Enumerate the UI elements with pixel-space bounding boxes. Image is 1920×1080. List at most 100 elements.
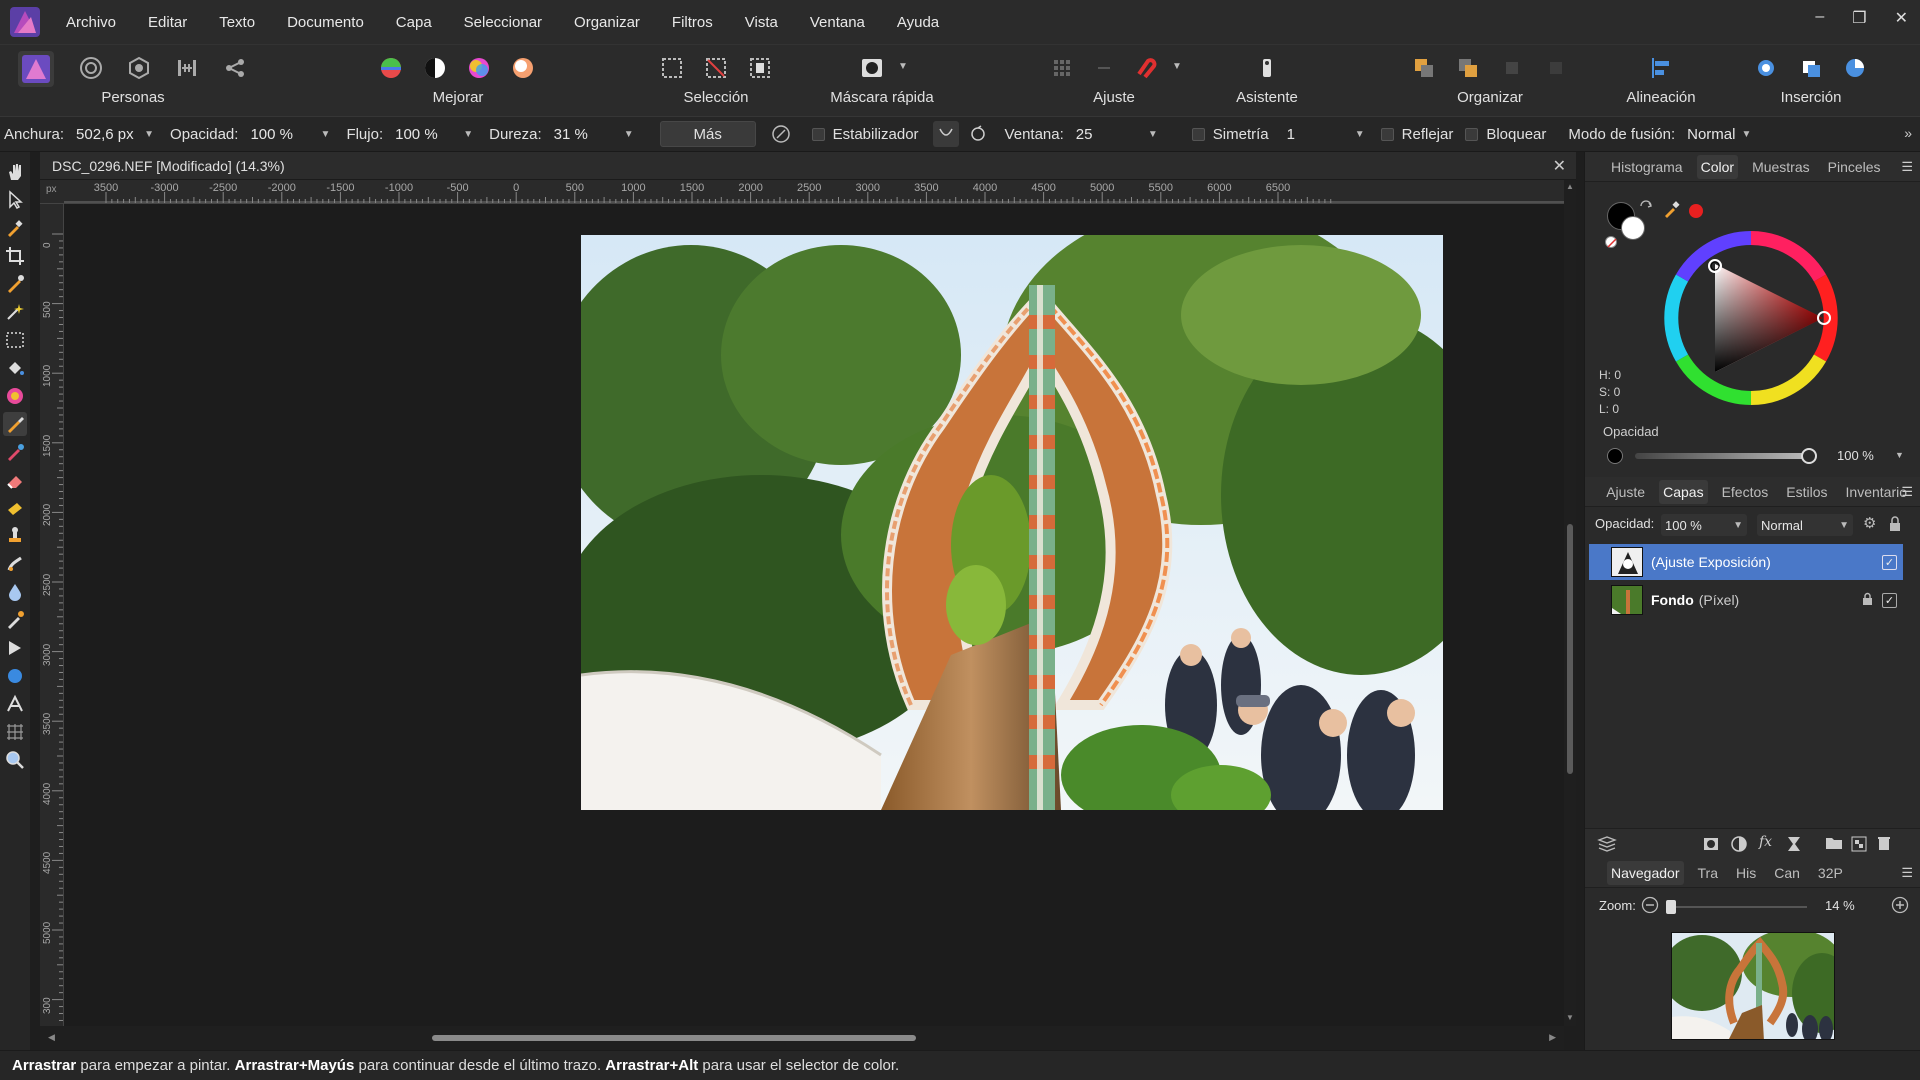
quick-mask-icon[interactable] bbox=[855, 51, 889, 85]
gear-icon[interactable]: ⚙ bbox=[1863, 514, 1876, 532]
layer-opacity-field[interactable]: 100 % ▼ bbox=[1661, 514, 1747, 536]
tab-histograma[interactable]: Histograma bbox=[1607, 155, 1687, 179]
scroll-down-icon[interactable]: ▼ bbox=[1566, 1013, 1574, 1022]
lock-checkbox[interactable] bbox=[1465, 127, 1479, 141]
liquify-persona-icon[interactable] bbox=[74, 51, 108, 85]
mask-layer-icon[interactable] bbox=[1703, 836, 1719, 852]
tab-efectos[interactable]: Efectos bbox=[1718, 480, 1773, 504]
insert-inside-icon[interactable] bbox=[1750, 51, 1784, 85]
background-layer-visibility-checkbox[interactable]: ✓ bbox=[1882, 592, 1897, 608]
snapping-dropdown-icon[interactable]: ▼ bbox=[1172, 61, 1182, 72]
panel-menu-icon[interactable]: ☰ bbox=[1901, 159, 1913, 175]
invert-selection-icon[interactable] bbox=[743, 51, 777, 85]
menu-filtros[interactable]: Filtros bbox=[672, 14, 713, 31]
shape-tool-icon[interactable] bbox=[3, 664, 27, 688]
flood-select-tool-icon[interactable] bbox=[3, 300, 27, 324]
navigator-preview[interactable] bbox=[1671, 932, 1835, 1040]
assistant-icon[interactable] bbox=[1250, 51, 1284, 85]
export-persona-icon[interactable] bbox=[218, 51, 252, 85]
more-options-icon[interactable]: » bbox=[1904, 125, 1912, 141]
menu-archivo[interactable]: Archivo bbox=[66, 14, 116, 31]
tab-canales[interactable]: Can bbox=[1770, 861, 1804, 885]
lock-icon[interactable] bbox=[1889, 516, 1901, 532]
blur-brush-tool-icon[interactable] bbox=[3, 580, 27, 604]
hardness-field[interactable]: 31 % ▼ bbox=[550, 126, 638, 143]
zoom-out-icon[interactable] bbox=[1641, 896, 1659, 914]
window-size-field[interactable]: 25 ▼ bbox=[1072, 126, 1162, 143]
blend-mode-select[interactable]: Normal ▼ bbox=[1683, 126, 1755, 143]
exposure-layer-visibility-checkbox[interactable]: ✓ bbox=[1882, 554, 1897, 570]
layer-row-exposure[interactable]: (Ajuste Exposición) ✓ bbox=[1589, 544, 1903, 580]
close-document-icon[interactable]: ✕ bbox=[1553, 156, 1566, 176]
scroll-right-icon[interactable]: ▶ bbox=[1549, 1032, 1556, 1043]
stabilizer-checkbox[interactable] bbox=[811, 127, 825, 141]
horizontal-scrollbar[interactable]: ◀ ▶ bbox=[40, 1026, 1564, 1050]
scroll-up-icon[interactable]: ▲ bbox=[1566, 182, 1574, 191]
scroll-left-icon[interactable]: ◀ bbox=[48, 1032, 55, 1043]
mesh-warp-tool-icon[interactable] bbox=[3, 720, 27, 744]
panel-menu-icon[interactable]: ☰ bbox=[1901, 484, 1913, 500]
trash-icon[interactable] bbox=[1877, 835, 1891, 851]
tab-historial[interactable]: His bbox=[1732, 861, 1760, 885]
minimize-button[interactable]: – bbox=[1815, 8, 1824, 28]
arrange-back-icon[interactable] bbox=[1407, 51, 1441, 85]
opacity-field[interactable]: 100 % ▼ bbox=[246, 126, 334, 143]
document-photo[interactable] bbox=[581, 235, 1443, 810]
snapping-magnet-icon[interactable] bbox=[1129, 51, 1163, 85]
color-wheel[interactable] bbox=[1661, 228, 1841, 408]
chevron-down-icon[interactable]: ▼ bbox=[1895, 450, 1904, 460]
pen-tool-icon[interactable] bbox=[3, 636, 27, 660]
tab-pinceles[interactable]: Pinceles bbox=[1824, 155, 1885, 179]
live-filter-icon[interactable] bbox=[1787, 836, 1801, 852]
no-color-icon[interactable] bbox=[1605, 236, 1617, 248]
adjustment-layer-icon[interactable] bbox=[1731, 836, 1747, 852]
select-all-icon[interactable] bbox=[655, 51, 689, 85]
move-tool-icon[interactable] bbox=[3, 188, 27, 212]
affinity-photo-logo-icon[interactable] bbox=[6, 3, 44, 41]
arrange-top-icon[interactable] bbox=[1495, 51, 1529, 85]
rope-mode-icon[interactable] bbox=[932, 121, 959, 147]
flood-fill-tool-icon[interactable] bbox=[3, 356, 27, 380]
vertical-scroll-thumb[interactable] bbox=[1567, 524, 1573, 774]
vertical-scrollbar[interactable]: ▲ ▼ bbox=[1564, 180, 1576, 1026]
close-window-button[interactable]: ✕ bbox=[1895, 8, 1908, 28]
tab-transformar[interactable]: Tra bbox=[1694, 861, 1722, 885]
layer-row-background[interactable]: Fondo (Píxel) ✓ bbox=[1589, 582, 1903, 618]
color-replacement-tool-icon[interactable] bbox=[3, 440, 27, 464]
auto-white-balance-icon[interactable] bbox=[506, 51, 540, 85]
mirror-checkbox[interactable] bbox=[1380, 127, 1394, 141]
menu-organizar[interactable]: Organizar bbox=[574, 14, 640, 31]
tab-estilos[interactable]: Estilos bbox=[1782, 480, 1831, 504]
retouch-brush-tool-icon[interactable] bbox=[3, 608, 27, 632]
zoom-slider-thumb[interactable] bbox=[1666, 900, 1677, 914]
rectangular-marquee-tool-icon[interactable] bbox=[3, 328, 27, 352]
menu-capa[interactable]: Capa bbox=[396, 14, 432, 31]
folder-icon[interactable] bbox=[1825, 836, 1843, 850]
arrange-forward-icon[interactable] bbox=[1451, 51, 1485, 85]
more-button[interactable]: Más bbox=[659, 121, 756, 147]
canvas-area[interactable] bbox=[64, 204, 1564, 1026]
secondary-color-swatch[interactable] bbox=[1621, 216, 1645, 240]
tab-ajuste[interactable]: Ajuste bbox=[1602, 480, 1649, 504]
color-picker-tool-icon[interactable] bbox=[3, 216, 27, 240]
document-tab[interactable]: DSC_0296.NEF [Modificado] (14.3%) ✕ bbox=[40, 152, 1576, 180]
arrange-bottom-icon[interactable] bbox=[1539, 51, 1573, 85]
snapping-grid-icon[interactable] bbox=[1045, 51, 1079, 85]
width-field[interactable]: 502,6 px ▼ bbox=[72, 126, 158, 143]
panel-menu-icon[interactable]: ☰ bbox=[1901, 865, 1913, 881]
menu-ventana[interactable]: Ventana bbox=[810, 14, 865, 31]
symmetry-checkbox[interactable] bbox=[1191, 127, 1205, 141]
new-pixel-layer-icon[interactable] bbox=[1851, 836, 1867, 852]
color-opacity-slider-thumb[interactable] bbox=[1801, 448, 1817, 464]
tone-mapping-persona-icon[interactable] bbox=[170, 51, 204, 85]
layer-locked-icon[interactable] bbox=[1862, 592, 1873, 606]
dodge-brush-tool-icon[interactable] bbox=[3, 496, 27, 520]
tab-muestras[interactable]: Muestras bbox=[1748, 155, 1814, 179]
auto-colors-icon[interactable] bbox=[462, 51, 496, 85]
deselect-icon[interactable] bbox=[699, 51, 733, 85]
zoom-in-icon[interactable] bbox=[1891, 896, 1909, 914]
swap-colors-icon[interactable] bbox=[1639, 200, 1653, 214]
tab-color[interactable]: Color bbox=[1696, 154, 1739, 179]
maximize-button[interactable]: ❐ bbox=[1852, 8, 1866, 28]
tab-32p[interactable]: 32P bbox=[1814, 861, 1847, 885]
